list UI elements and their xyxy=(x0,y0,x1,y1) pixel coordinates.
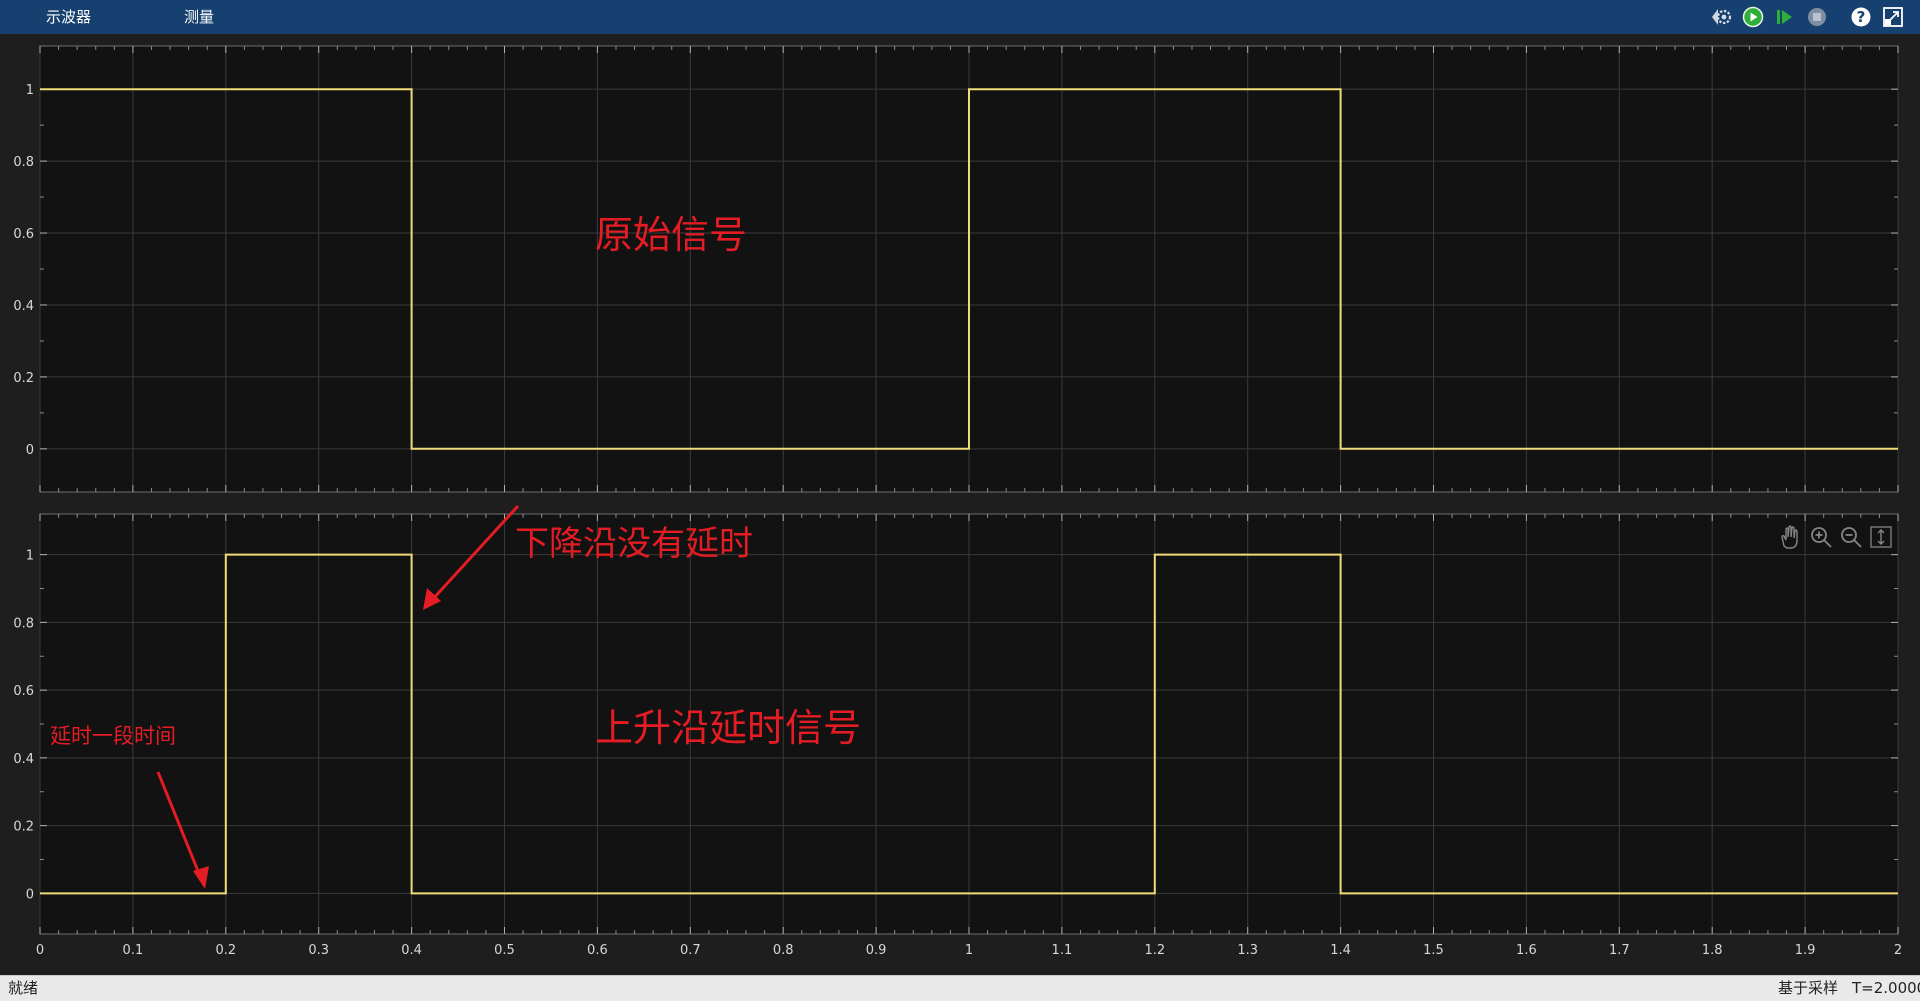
bottom-xtick-label: 1.4 xyxy=(1330,943,1351,958)
settings-icon[interactable] xyxy=(1708,4,1734,30)
sample-mode: 基于采样 xyxy=(1778,979,1839,997)
bottom-xtick-label: 0 xyxy=(36,943,44,958)
bottom-xtick-label: 1.6 xyxy=(1516,943,1537,958)
bottom-xtick-label: 1.5 xyxy=(1423,943,1444,958)
bottom-xtick-label: 0.7 xyxy=(680,943,701,958)
top-axes[interactable]: 0 0.2 0.4 0.6 0.8 1 xyxy=(13,45,1899,493)
simulation-toolbar: ? xyxy=(1708,4,1906,30)
bottom-ytick-label: 0.4 xyxy=(13,752,34,767)
tab-scope[interactable]: 示波器 xyxy=(46,0,91,34)
step-forward-icon[interactable] xyxy=(1772,4,1798,30)
falling-edge-note: 下降沿没有延时 xyxy=(515,524,753,564)
sim-time: T=2.0000 xyxy=(1852,979,1920,997)
scope-display: 00.20.40.60.81 00.20.40.60.810 0.1 0.2 0.3 0… xyxy=(0,34,1920,975)
bottom-ytick-label: 0.2 xyxy=(13,820,34,835)
bottom-ytick-label: 0.6 xyxy=(13,684,34,699)
help-icon[interactable]: ? xyxy=(1848,4,1874,30)
bottom-xtick-label: 1.2 xyxy=(1144,943,1165,958)
bottom-xtick-label: 0.9 xyxy=(866,943,887,958)
bottom-xtick-label: 1.1 xyxy=(1052,943,1073,958)
top-ytick-label: 0.2 xyxy=(13,371,34,386)
bottom-xtick-label: 2 xyxy=(1894,943,1902,958)
tab-measure[interactable]: 测量 xyxy=(184,0,214,34)
bottom-xtick-label: 1.8 xyxy=(1702,943,1723,958)
original-signal-label: 原始信号 xyxy=(595,213,747,257)
bottom-axes[interactable]: 0 0.2 0.4 0.6 0.8 1 0 0.1 0.2 0.3 0.4 0.5 0.6 0.7 0.8 0… xyxy=(13,513,1902,958)
bottom-xtick-label: 0.8 xyxy=(773,943,794,958)
bottom-ytick-label: 0.8 xyxy=(13,616,34,631)
bottom-xtick-label: 0.4 xyxy=(401,943,422,958)
status-text: 就绪 xyxy=(8,979,39,997)
scope-toolstrip: 示波器 测量 ? xyxy=(0,0,1920,34)
stop-icon[interactable] xyxy=(1804,4,1830,30)
bottom-xtick-label: 0.1 xyxy=(123,943,144,958)
bottom-xtick-label: 1 xyxy=(965,943,973,958)
top-ytick-label: 0 xyxy=(26,443,34,458)
bottom-xtick-label: 0.6 xyxy=(587,943,608,958)
delay-note: 延时一段时间 xyxy=(50,724,176,748)
bottom-xtick-label: 1.7 xyxy=(1609,943,1630,958)
top-ytick-label: 0.6 xyxy=(13,227,34,242)
top-ytick-label: 1 xyxy=(26,83,34,98)
status-bar: 就绪 基于采样 T=2.0000 xyxy=(0,975,1920,1001)
bottom-ytick-label: 1 xyxy=(26,549,34,564)
delayed-signal-label: 上升沿延时信号 xyxy=(595,706,861,750)
run-icon[interactable] xyxy=(1740,4,1766,30)
bottom-xtick-label: 1.3 xyxy=(1237,943,1258,958)
bottom-ytick-label: 0 xyxy=(26,887,34,902)
bottom-xtick-label: 1.9 xyxy=(1795,943,1816,958)
top-ytick-label: 0.4 xyxy=(13,299,34,314)
svg-text:?: ? xyxy=(1857,8,1866,26)
bottom-xtick-label: 0.2 xyxy=(215,943,236,958)
bottom-xtick-label: 0.3 xyxy=(308,943,329,958)
undock-icon[interactable] xyxy=(1880,4,1906,30)
bottom-xtick-label: 0.5 xyxy=(494,943,515,958)
top-ytick-label: 0.8 xyxy=(13,155,34,170)
